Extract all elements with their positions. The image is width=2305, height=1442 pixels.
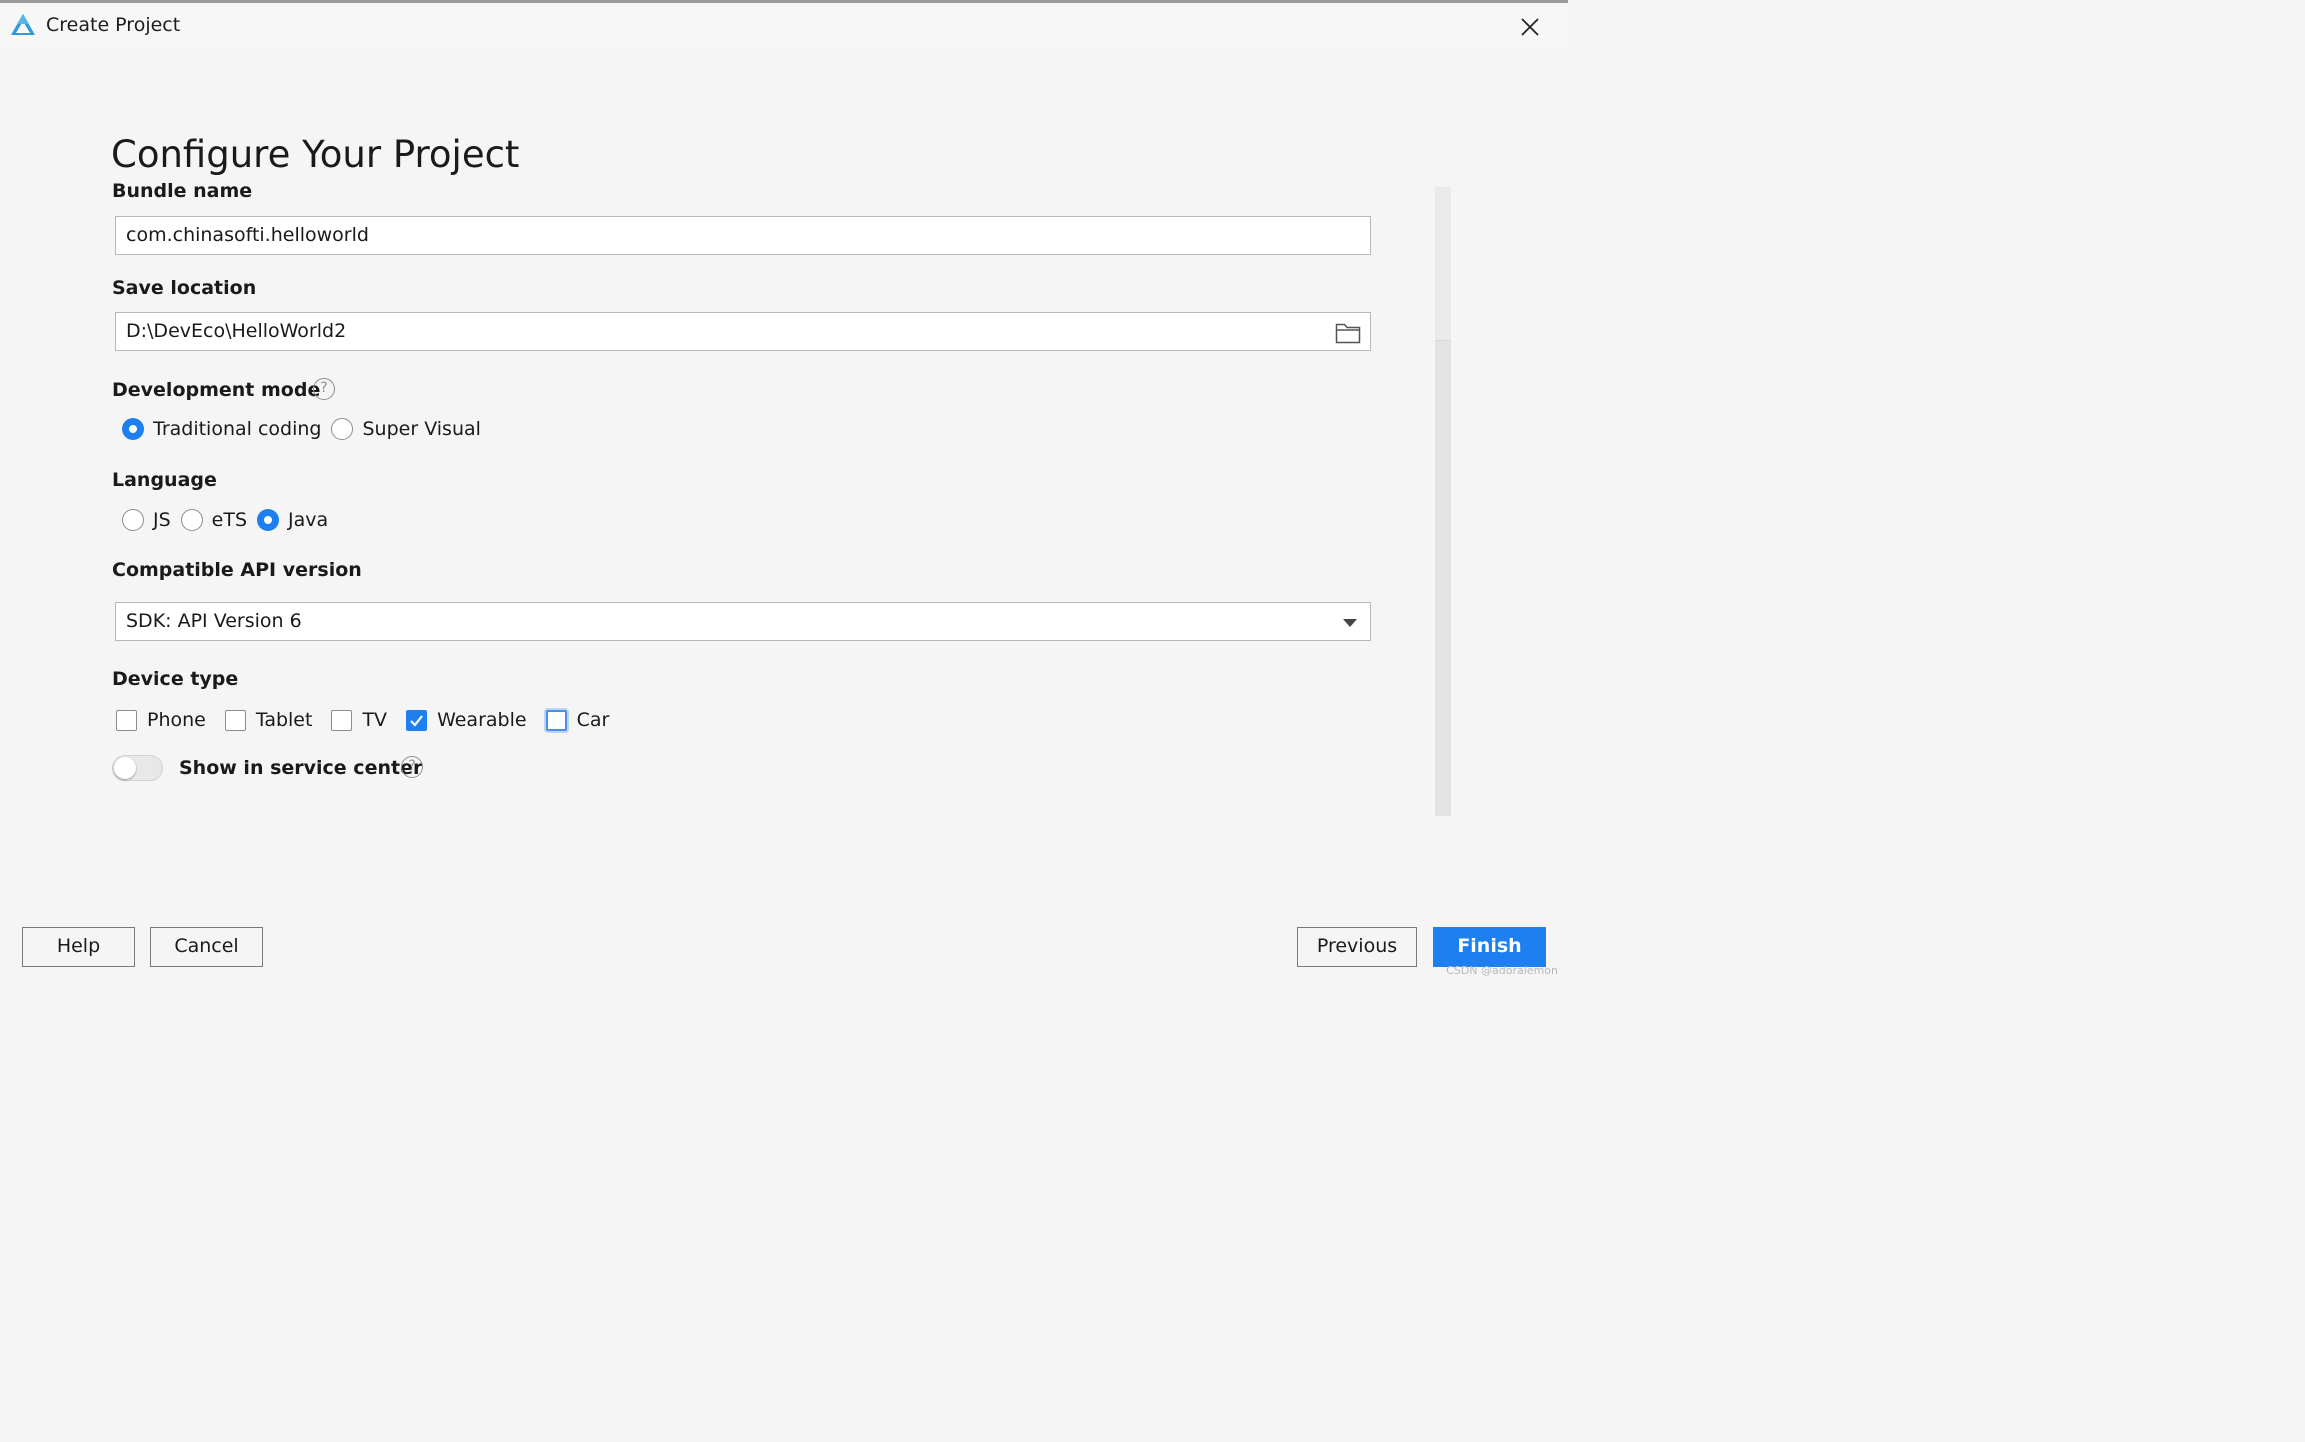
- radio-label: Traditional coding: [153, 418, 322, 440]
- radio-button[interactable]: [122, 418, 144, 440]
- folder-icon[interactable]: [1335, 320, 1361, 344]
- checkbox[interactable]: [406, 709, 428, 731]
- service-center-toggle[interactable]: [112, 755, 163, 781]
- radio-traditional-coding[interactable]: Traditional coding: [122, 418, 321, 440]
- save-location-label: Save location: [112, 277, 257, 299]
- checkbox-phone[interactable]: Phone: [116, 709, 206, 731]
- close-button[interactable]: [1512, 11, 1548, 43]
- checkbox[interactable]: [224, 709, 246, 731]
- device-type-options: Phone Tablet TV Wearable Car: [116, 709, 628, 731]
- checkbox-car[interactable]: Car: [545, 709, 610, 731]
- save-location-field[interactable]: D:\DevEco\HelloWorld2: [115, 312, 1371, 351]
- radio-ets[interactable]: eTS: [180, 509, 248, 531]
- checkbox-tv[interactable]: TV: [331, 709, 387, 731]
- bundle-name-input[interactable]: com.chinasofti.helloworld: [115, 216, 1371, 255]
- window-title: Create Project: [46, 14, 181, 36]
- api-version-label: Compatible API version: [112, 559, 362, 581]
- previous-button[interactable]: Previous: [1297, 927, 1417, 967]
- checkbox-label: Wearable: [437, 709, 527, 731]
- radio-super-visual[interactable]: Super Visual: [331, 418, 481, 440]
- toggle-knob: [114, 757, 136, 779]
- title-bar: Create Project: [0, 0, 1568, 46]
- development-mode-options: Traditional coding Super Visual: [122, 418, 491, 440]
- checkbox-label: TV: [362, 709, 388, 731]
- development-mode-label: Development mode: [112, 379, 321, 401]
- chevron-down-icon: [1343, 619, 1357, 627]
- scrollbar[interactable]: [1435, 187, 1451, 816]
- checkbox[interactable]: [545, 709, 567, 731]
- service-center-label: Show in service center: [179, 757, 423, 779]
- radio-js[interactable]: JS: [122, 509, 171, 531]
- help-button[interactable]: Help: [22, 927, 135, 967]
- service-center-help-icon[interactable]: ?: [401, 756, 423, 778]
- radio-label: Super Visual: [362, 418, 481, 440]
- checkbox-label: Car: [576, 709, 610, 731]
- dialog-content: Configure Your Project Bundle name com.c…: [0, 46, 1568, 981]
- cancel-button[interactable]: Cancel: [150, 927, 263, 967]
- finish-button[interactable]: Finish: [1433, 927, 1546, 967]
- watermark: CSDN @adoralemon: [1446, 964, 1558, 977]
- save-location-value: D:\DevEco\HelloWorld2: [126, 320, 347, 342]
- development-mode-help-icon[interactable]: ?: [313, 378, 335, 400]
- radio-button[interactable]: [257, 509, 280, 531]
- checkbox-label: Tablet: [255, 709, 313, 731]
- api-version-select[interactable]: SDK: API Version 6: [115, 602, 1371, 641]
- radio-label: JS: [153, 509, 171, 531]
- api-version-selected: SDK: API Version 6: [126, 610, 302, 632]
- checkbox[interactable]: [116, 709, 137, 731]
- radio-button[interactable]: [122, 509, 144, 531]
- radio-java[interactable]: Java: [257, 509, 328, 531]
- checkmark-icon: [410, 714, 423, 727]
- device-type-label: Device type: [112, 668, 239, 690]
- close-icon: [1521, 18, 1539, 36]
- language-label: Language: [112, 469, 217, 491]
- checkbox[interactable]: [331, 709, 353, 731]
- language-options: JS eTS Java: [122, 509, 338, 531]
- radio-button[interactable]: [180, 509, 203, 531]
- radio-label: eTS: [211, 509, 248, 531]
- bundle-name-label: Bundle name: [112, 180, 253, 202]
- page-title: Configure Your Project: [111, 132, 520, 176]
- checkbox-label: Phone: [147, 709, 206, 731]
- radio-button[interactable]: [331, 418, 354, 440]
- checkbox-tablet[interactable]: Tablet: [224, 709, 313, 731]
- deveco-logo-icon: [11, 14, 35, 35]
- radio-label: Java: [288, 509, 329, 531]
- scrollbar-thumb[interactable]: [1435, 340, 1451, 816]
- checkbox-wearable[interactable]: Wearable: [406, 709, 527, 731]
